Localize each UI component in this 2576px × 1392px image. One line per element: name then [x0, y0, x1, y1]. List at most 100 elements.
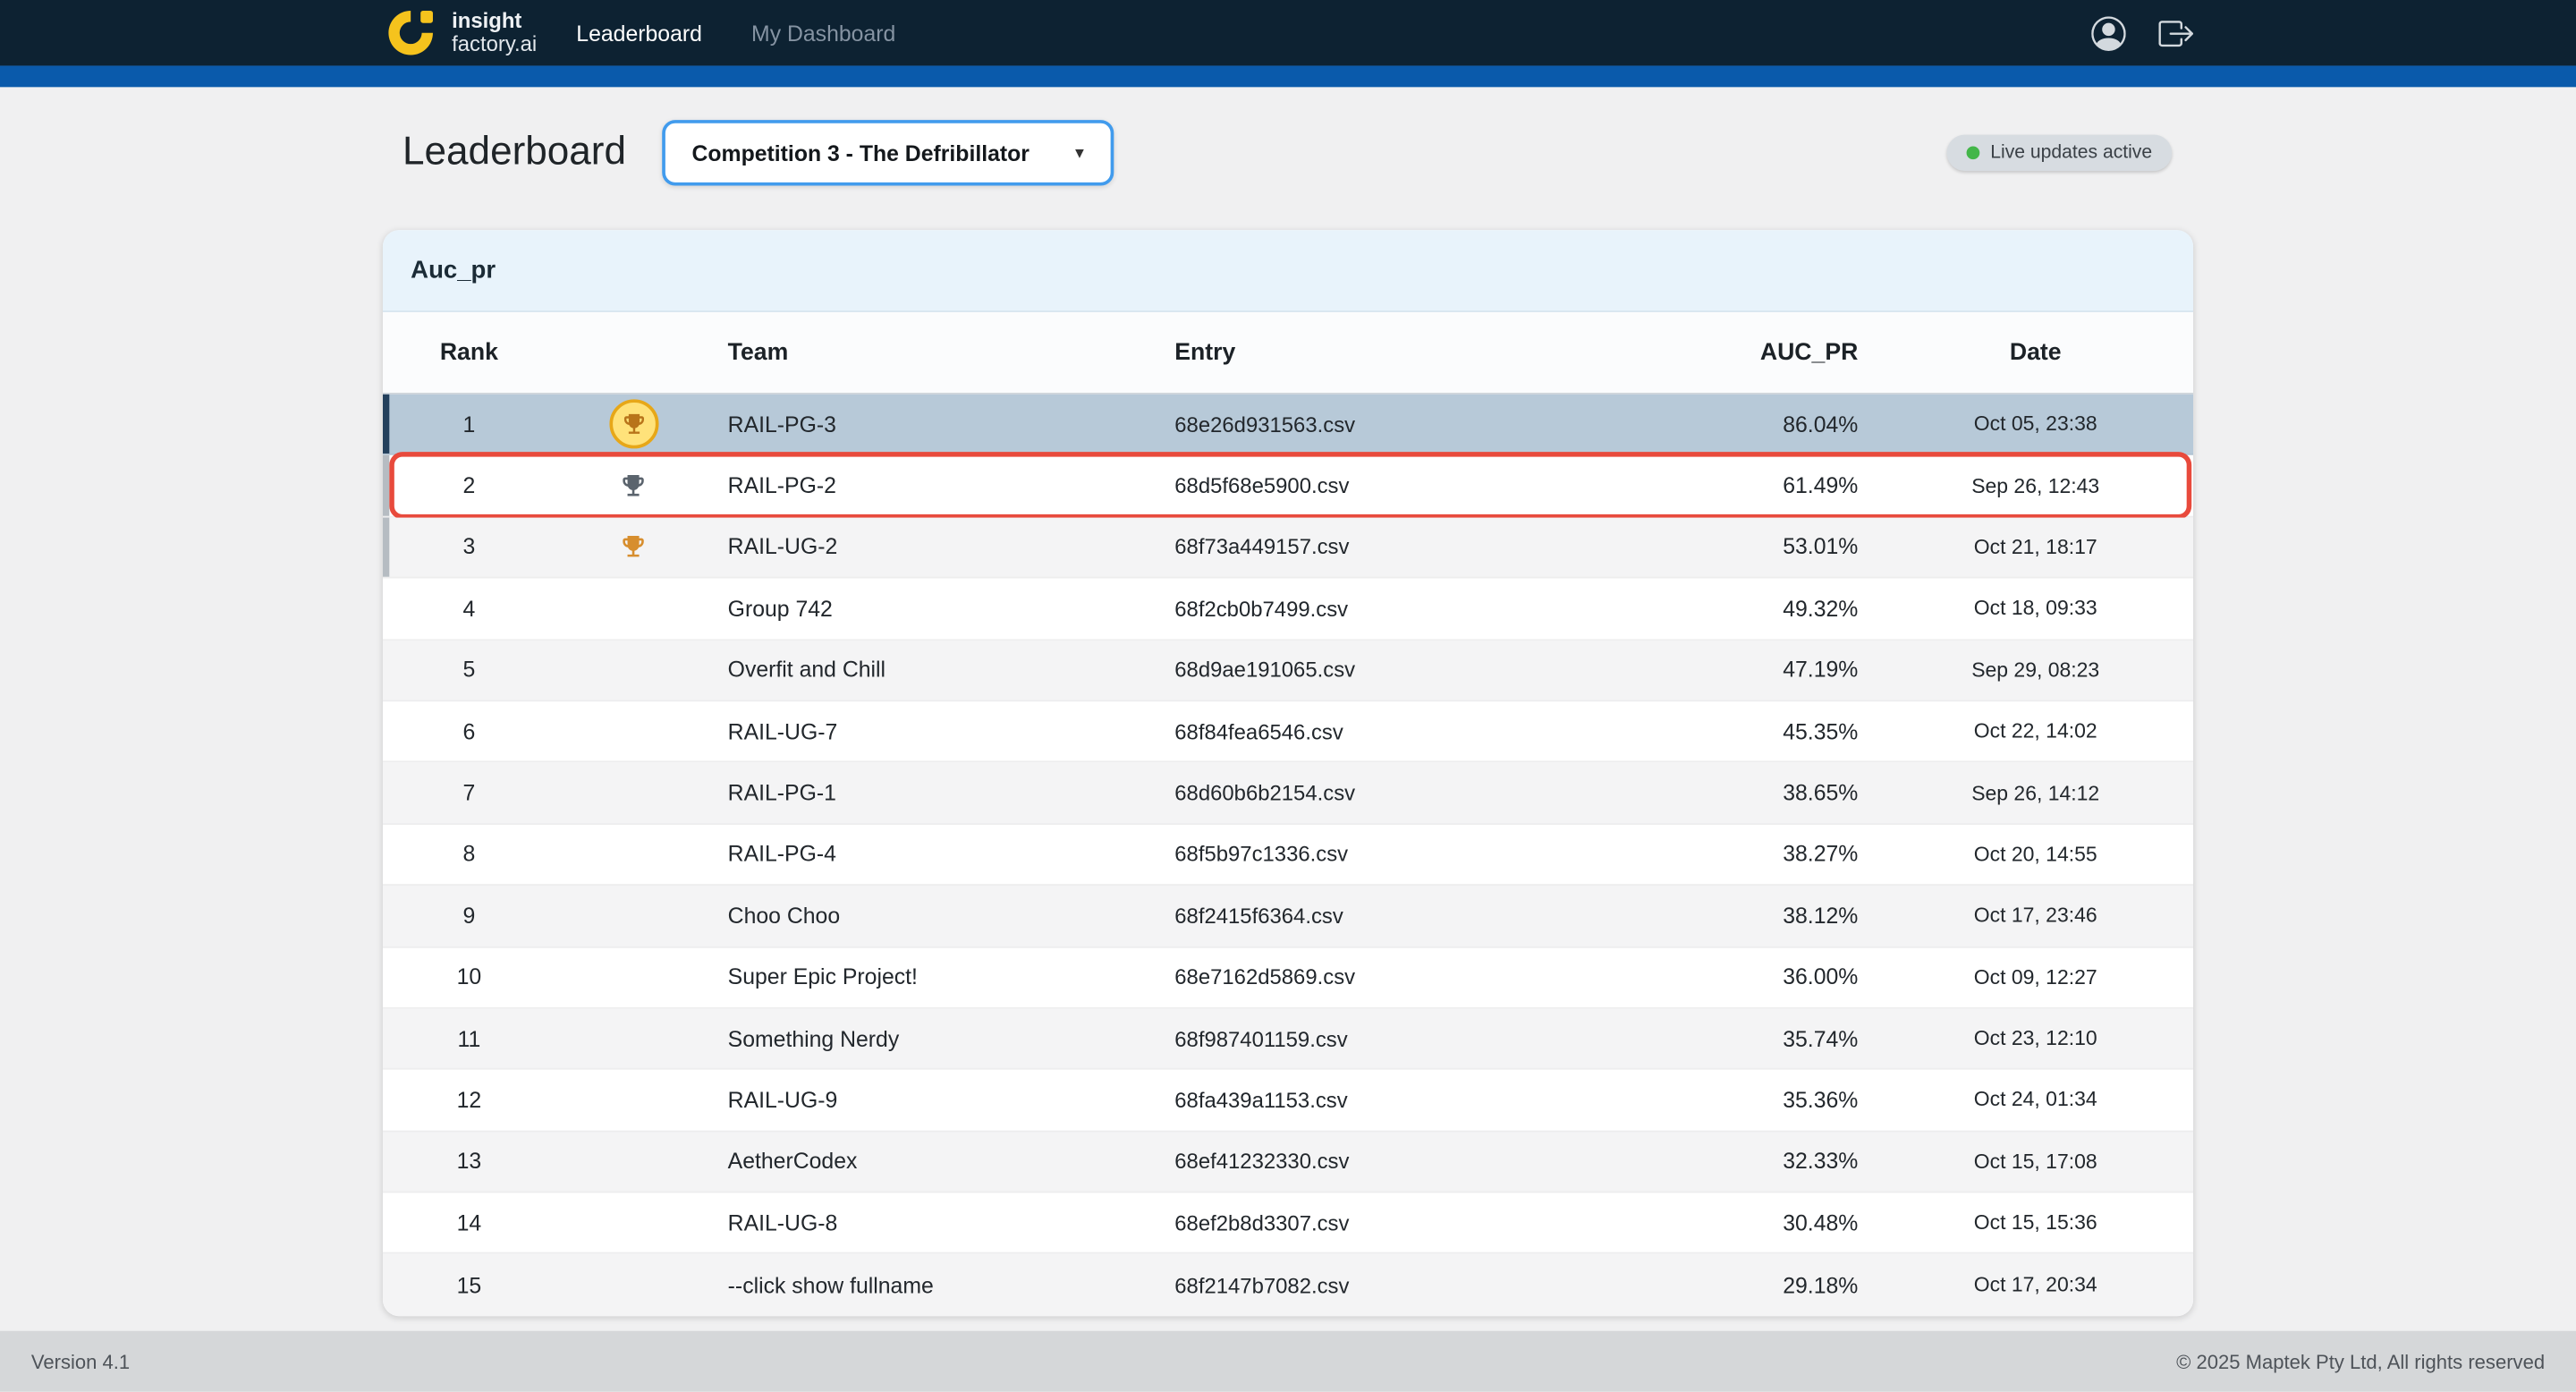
auc-pr-value: 36.00%: [1697, 965, 1877, 990]
auc-pr-value: 32.33%: [1697, 1150, 1877, 1175]
team-name[interactable]: RAIL-PG-2: [711, 473, 1155, 498]
team-name[interactable]: RAIL-UG-8: [711, 1210, 1155, 1235]
brand-line2: factory.ai: [452, 33, 537, 56]
rank-cell: 2: [383, 473, 555, 498]
top-navbar: insight factory.ai Leaderboard My Dashbo…: [0, 0, 2576, 65]
brand-text: insight factory.ai: [452, 10, 537, 55]
table-row[interactable]: 5 Overfit and Chill 68d9ae191065.csv 47.…: [383, 641, 2193, 702]
entry-filename: 68f2415f6364.csv: [1155, 904, 1697, 929]
auc-pr-value: 38.12%: [1697, 904, 1877, 929]
submission-date: Oct 15, 15:36: [1877, 1211, 2193, 1235]
version-label: Version 4.1: [31, 1350, 130, 1373]
rank-cell: 13: [383, 1150, 555, 1175]
team-name[interactable]: Something Nerdy: [711, 1026, 1155, 1051]
entry-filename: 68f73a449157.csv: [1155, 535, 1697, 560]
table-row[interactable]: 8 RAIL-PG-4 68f5b97c1336.csv 38.27% Oct …: [383, 825, 2193, 887]
table-row[interactable]: 4 Group 742 68f2cb0b7499.csv 49.32% Oct …: [383, 579, 2193, 641]
leaderboard-card: Auc_pr Rank Team Entry AUC_PR Date 1 RAI…: [383, 230, 2193, 1316]
table-row[interactable]: 1 RAIL-PG-3 68e26d931563.csv 86.04% Oct …: [383, 395, 2193, 456]
team-name[interactable]: AetherCodex: [711, 1150, 1155, 1175]
auc-pr-value: 30.48%: [1697, 1210, 1877, 1235]
entry-filename: 68f84fea6546.csv: [1155, 719, 1697, 744]
table-row[interactable]: 15 --click show fullname 68f2147b7082.cs…: [383, 1254, 2193, 1316]
team-name[interactable]: Group 742: [711, 596, 1155, 621]
rank-cell: 15: [383, 1273, 555, 1298]
column-header-auc-pr: AUC_PR: [1697, 339, 1877, 365]
rank-cell: 10: [383, 965, 555, 990]
user-profile-icon[interactable]: [2091, 15, 2126, 50]
copyright-label: © 2025 Maptek Pty Ltd, All rights reserv…: [2176, 1350, 2545, 1373]
team-name[interactable]: Overfit and Chill: [711, 658, 1155, 683]
nav-actions: [2091, 15, 2193, 50]
table-row[interactable]: 7 RAIL-PG-1 68d60b6b2154.csv 38.65% Sep …: [383, 763, 2193, 825]
column-header-team: Team: [711, 339, 1155, 365]
entry-filename: 68e7162d5869.csv: [1155, 965, 1697, 990]
rank-cell: 12: [383, 1088, 555, 1113]
submission-date: Oct 24, 01:34: [1877, 1089, 2193, 1112]
column-header-entry: Entry: [1155, 339, 1697, 365]
brand-line1: insight: [452, 10, 537, 33]
competition-selector[interactable]: Competition 3 - The Defribillator ▼: [662, 120, 1113, 185]
metric-header: Auc_pr: [383, 230, 2193, 312]
rank-cell: 9: [383, 904, 555, 929]
submission-date: Oct 09, 12:27: [1877, 965, 2193, 989]
brand-logo-icon: [383, 8, 438, 57]
entry-filename: 68d60b6b2154.csv: [1155, 781, 1697, 806]
team-name[interactable]: Choo Choo: [711, 904, 1155, 929]
table-row[interactable]: 9 Choo Choo 68f2415f6364.csv 38.12% Oct …: [383, 886, 2193, 947]
auc-pr-value: 86.04%: [1697, 412, 1877, 437]
competition-selector-value: Competition 3 - The Defribillator: [691, 140, 1029, 166]
leaderboard-rows: 1 RAIL-PG-3 68e26d931563.csv 86.04% Oct …: [383, 395, 2193, 1316]
logout-icon[interactable]: [2158, 15, 2193, 50]
team-name[interactable]: RAIL-UG-9: [711, 1088, 1155, 1113]
entry-filename: 68ef2b8d3307.csv: [1155, 1210, 1697, 1235]
table-row[interactable]: 2 RAIL-PG-2 68d5f68e5900.csv 61.49% Sep …: [383, 455, 2193, 517]
team-name[interactable]: RAIL-PG-3: [711, 412, 1155, 437]
table-row[interactable]: 14 RAIL-UG-8 68ef2b8d3307.csv 30.48% Oct…: [383, 1193, 2193, 1255]
brand-logo[interactable]: insight factory.ai: [383, 8, 537, 57]
entry-filename: 68f2cb0b7499.csv: [1155, 596, 1697, 621]
team-name[interactable]: RAIL-UG-7: [711, 719, 1155, 744]
accent-strip: [0, 65, 2576, 87]
entry-filename: 68ef41232330.csv: [1155, 1150, 1697, 1175]
nav-item-my-dashboard[interactable]: My Dashboard: [751, 21, 895, 46]
live-status-dot-icon: [1966, 146, 1979, 159]
auc-pr-value: 38.27%: [1697, 842, 1877, 867]
team-name[interactable]: RAIL-UG-2: [711, 535, 1155, 560]
rank-cell: 8: [383, 842, 555, 867]
auc-pr-value: 45.35%: [1697, 719, 1877, 744]
team-name[interactable]: Super Epic Project!: [711, 965, 1155, 990]
team-name[interactable]: RAIL-PG-1: [711, 781, 1155, 806]
trophy-gold-icon: [609, 400, 658, 449]
submission-date: Oct 05, 23:38: [1877, 412, 2193, 436]
live-updates-badge: Live updates active: [1946, 135, 2172, 171]
submission-date: Oct 18, 09:33: [1877, 597, 2193, 620]
table-row[interactable]: 3 RAIL-UG-2 68f73a449157.csv 53.01% Oct …: [383, 517, 2193, 579]
submission-date: Oct 20, 14:55: [1877, 843, 2193, 866]
table-header-row: Rank Team Entry AUC_PR Date: [383, 312, 2193, 395]
team-name[interactable]: RAIL-PG-4: [711, 842, 1155, 867]
nav-item-leaderboard[interactable]: Leaderboard: [576, 21, 702, 46]
table-row[interactable]: 6 RAIL-UG-7 68f84fea6546.csv 45.35% Oct …: [383, 701, 2193, 763]
page-title: Leaderboard: [402, 130, 626, 175]
trophy-bronze-icon: [619, 533, 647, 561]
table-row[interactable]: 11 Something Nerdy 68f987401159.csv 35.7…: [383, 1009, 2193, 1071]
column-header-rank: Rank: [383, 339, 555, 365]
trophy-cell: [555, 400, 711, 449]
submission-date: Oct 23, 12:10: [1877, 1027, 2193, 1050]
team-name[interactable]: --click show fullname: [711, 1273, 1155, 1298]
submission-date: Oct 17, 20:34: [1877, 1274, 2193, 1297]
trophy-cell: [555, 471, 711, 499]
table-row[interactable]: 12 RAIL-UG-9 68fa439a1153.csv 35.36% Oct…: [383, 1070, 2193, 1132]
submission-date: Oct 15, 17:08: [1877, 1150, 2193, 1173]
rank-cell: 14: [383, 1210, 555, 1235]
rank-cell: 3: [383, 535, 555, 560]
auc-pr-value: 53.01%: [1697, 535, 1877, 560]
submission-date: Sep 26, 14:12: [1877, 781, 2193, 804]
submission-date: Oct 21, 18:17: [1877, 536, 2193, 559]
table-row[interactable]: 13 AetherCodex 68ef41232330.csv 32.33% O…: [383, 1132, 2193, 1193]
entry-filename: 68d5f68e5900.csv: [1155, 473, 1697, 498]
auc-pr-value: 61.49%: [1697, 473, 1877, 498]
table-row[interactable]: 10 Super Epic Project! 68e7162d5869.csv …: [383, 947, 2193, 1009]
entry-filename: 68fa439a1153.csv: [1155, 1088, 1697, 1113]
